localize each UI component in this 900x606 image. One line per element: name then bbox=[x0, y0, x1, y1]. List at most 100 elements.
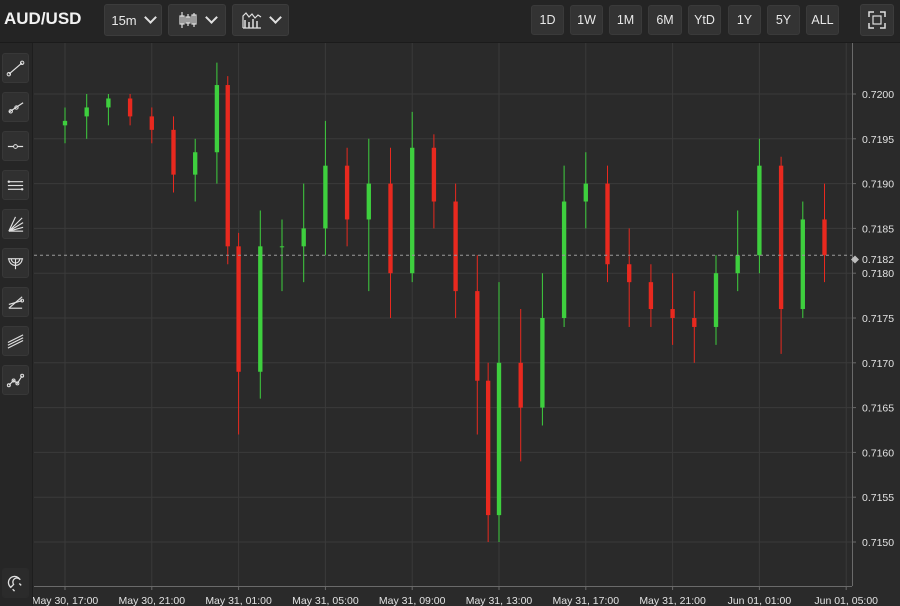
x-tick-label: Jun 01, 05:00 bbox=[814, 595, 878, 606]
range-button-all[interactable]: ALL bbox=[806, 5, 839, 35]
candle-up bbox=[410, 111, 415, 283]
candle-body bbox=[518, 362, 523, 408]
trend-line-tool[interactable] bbox=[2, 53, 29, 83]
candle-body bbox=[214, 85, 220, 153]
pitchfork-tool[interactable] bbox=[2, 287, 29, 317]
candle-body bbox=[822, 219, 827, 256]
parallel-lines-tool[interactable] bbox=[2, 326, 29, 356]
candle-down bbox=[518, 309, 523, 462]
x-tick-label: May 31, 09:00 bbox=[379, 595, 446, 606]
parallel-channel-tool[interactable] bbox=[2, 170, 29, 200]
candle-body bbox=[583, 183, 588, 202]
candle-down bbox=[453, 183, 458, 318]
chart-style-select[interactable] bbox=[168, 4, 226, 36]
candle-body bbox=[670, 309, 675, 318]
candle-up bbox=[258, 210, 263, 399]
x-tick-label: May 31, 17:00 bbox=[553, 595, 620, 606]
magnet-tool[interactable] bbox=[2, 568, 29, 598]
candle-down bbox=[431, 134, 437, 229]
range-button-ytd[interactable]: YtD bbox=[688, 5, 721, 35]
range-button-1m[interactable]: 1M bbox=[609, 5, 642, 35]
candle-up bbox=[366, 138, 371, 292]
range-button-1d[interactable]: 1D bbox=[531, 5, 564, 35]
range-button-5y[interactable]: 5Y bbox=[767, 5, 800, 35]
candles bbox=[62, 62, 827, 542]
fib-fan-icon bbox=[8, 216, 24, 232]
range-button-1w[interactable]: 1W bbox=[570, 5, 603, 35]
parallel-channel-icon bbox=[7, 179, 24, 191]
candle-body bbox=[84, 107, 89, 117]
path-icon bbox=[6, 373, 25, 387]
candle-up bbox=[62, 107, 68, 144]
candle-up bbox=[323, 120, 328, 256]
candle-body bbox=[279, 246, 285, 248]
horizontal-line-icon bbox=[7, 143, 24, 149]
candle-body bbox=[540, 318, 545, 408]
y-tick-label: 0.7195 bbox=[862, 134, 894, 146]
magnet-icon bbox=[7, 575, 22, 592]
candle-down bbox=[670, 273, 675, 345]
ray-tool[interactable] bbox=[2, 92, 29, 122]
candle-body bbox=[323, 165, 328, 229]
interval-select[interactable]: 15m bbox=[104, 4, 162, 36]
candle-body bbox=[388, 183, 393, 274]
candle-body bbox=[496, 362, 502, 516]
ray-icon bbox=[8, 101, 24, 113]
chevron-down-icon bbox=[143, 11, 157, 24]
x-tick-label: May 30, 21:00 bbox=[119, 595, 186, 606]
candle-up bbox=[561, 165, 567, 327]
x-tick-label: May 30, 17:00 bbox=[32, 595, 99, 606]
y-tick-label: 0.7150 bbox=[862, 537, 894, 549]
candle-up bbox=[713, 255, 719, 345]
candle-up bbox=[106, 94, 111, 126]
candle-down bbox=[225, 76, 230, 265]
candle-body bbox=[301, 228, 306, 247]
candle-down bbox=[149, 107, 154, 144]
price-chart[interactable]: 0.7150 0.7155 0.7160 0.7165 0.7170 0.7175 0.71… bbox=[0, 0, 900, 606]
pitchfork-icon bbox=[8, 295, 25, 309]
candle-down bbox=[127, 94, 133, 126]
range-button-6m[interactable]: 6M bbox=[648, 5, 682, 35]
candle-body bbox=[735, 255, 740, 274]
candle-down bbox=[171, 116, 176, 193]
fib-arc-tool[interactable] bbox=[2, 248, 29, 278]
candle-body bbox=[692, 318, 697, 327]
fib-fan-tool[interactable] bbox=[2, 209, 29, 239]
top-toolbar: AUD/USD 15m 1D 1W 1M 6M YtD 1Y 5Y ALL bbox=[0, 0, 900, 43]
candle-up bbox=[540, 273, 545, 426]
horizontal-line-tool[interactable] bbox=[2, 131, 29, 161]
path-tool[interactable] bbox=[2, 365, 29, 395]
candle-body bbox=[171, 129, 176, 175]
fullscreen-button[interactable] bbox=[860, 4, 894, 36]
candle-body bbox=[648, 282, 654, 310]
candle-down bbox=[627, 228, 632, 327]
candle-body bbox=[62, 120, 68, 126]
x-tick-label: May 31, 01:00 bbox=[205, 595, 272, 606]
y-axis: 0.7150 0.7155 0.7160 0.7165 0.7170 0.7175 0.71… bbox=[852, 89, 894, 549]
candle-body bbox=[485, 380, 491, 516]
candlestick-icon bbox=[179, 12, 197, 28]
candle-body bbox=[800, 219, 805, 310]
candle-up bbox=[84, 94, 89, 139]
range-button-1y[interactable]: 1Y bbox=[728, 5, 761, 35]
candle-body bbox=[778, 165, 784, 310]
y-tick-label: 0.7160 bbox=[862, 447, 894, 459]
x-tick-label: Jun 01, 01:00 bbox=[728, 595, 792, 606]
x-tick-label: May 31, 13:00 bbox=[466, 595, 533, 606]
candle-body bbox=[475, 291, 480, 381]
candle-body bbox=[236, 246, 241, 372]
candle-body bbox=[366, 183, 371, 220]
candle-body bbox=[627, 264, 632, 283]
y-tick-label: 0.7185 bbox=[862, 223, 894, 235]
x-tick-label: May 31, 21:00 bbox=[639, 595, 706, 606]
candle-body bbox=[106, 98, 111, 108]
chevron-down-icon bbox=[205, 11, 218, 24]
candle-body bbox=[757, 165, 762, 256]
fib-arc-icon bbox=[7, 257, 24, 269]
chart-grid bbox=[34, 43, 852, 586]
candle-body bbox=[193, 152, 198, 175]
candle-up bbox=[583, 152, 588, 229]
candle-body bbox=[713, 273, 719, 327]
fullscreen-icon bbox=[868, 11, 886, 29]
indicators-select[interactable] bbox=[232, 4, 289, 36]
